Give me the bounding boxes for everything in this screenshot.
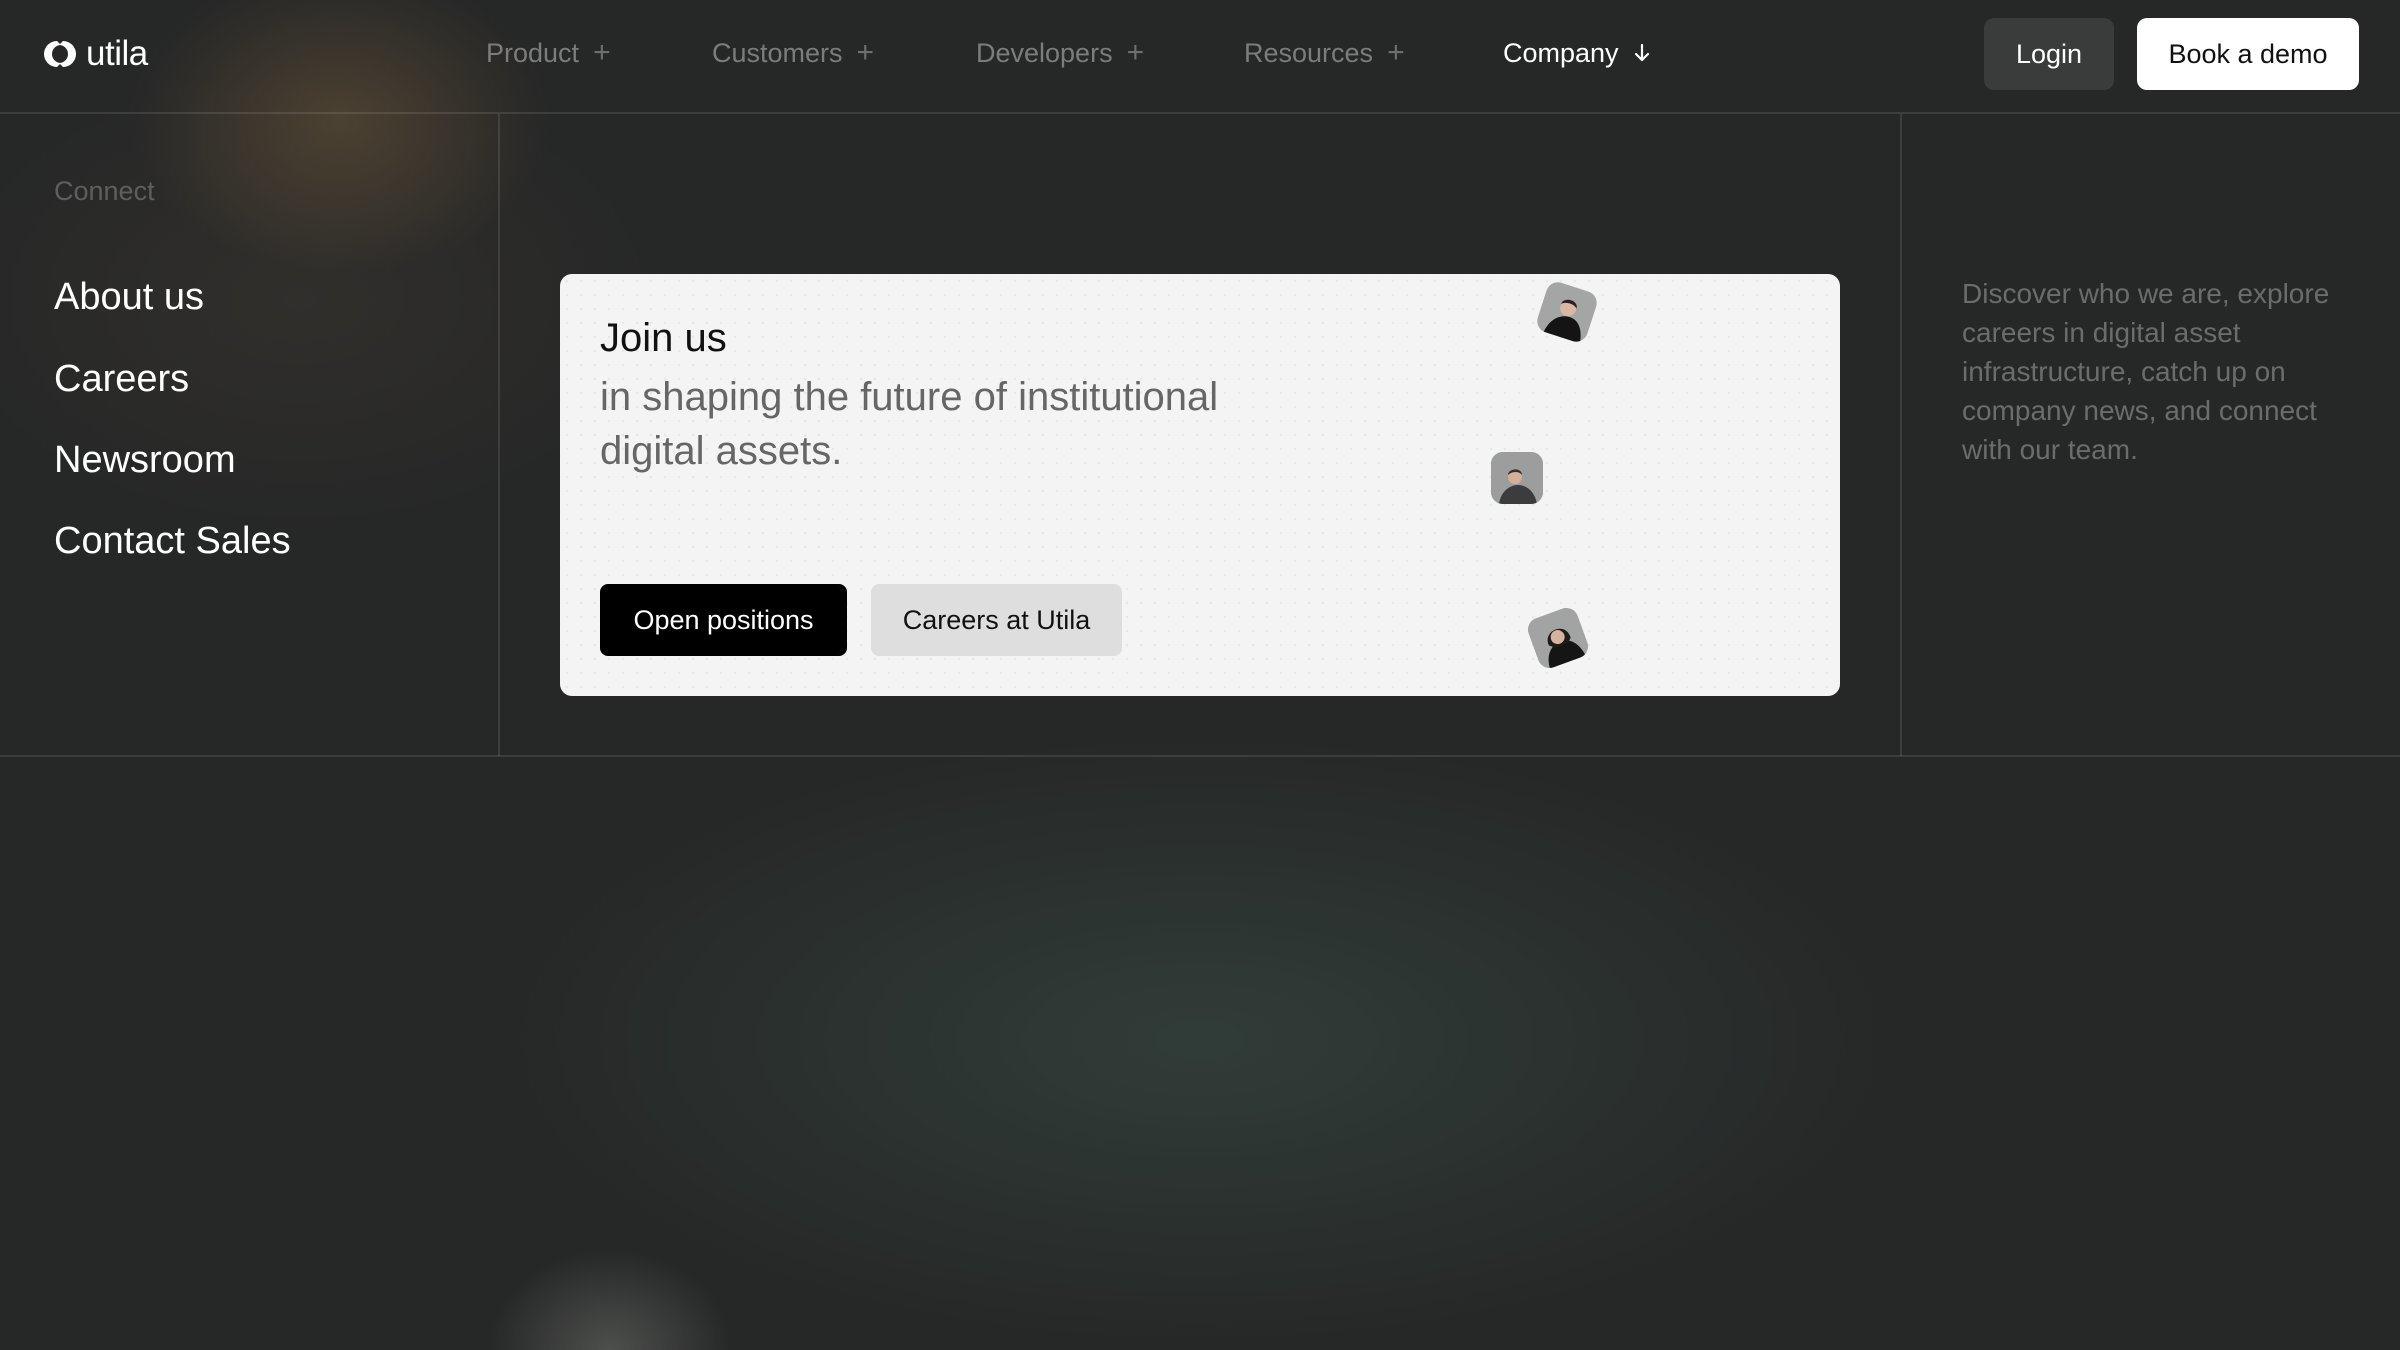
plus-icon: + [1387, 36, 1405, 69]
person-photo-icon [1491, 452, 1543, 504]
plus-icon: + [1126, 36, 1145, 69]
nav-customers-label: Customers [712, 37, 843, 68]
nav-developers-label: Developers [976, 37, 1113, 68]
menu-link-contact-sales[interactable]: Contact Sales [54, 520, 291, 563]
card-subtitle: in shaping the future of institutional d… [600, 375, 1219, 473]
avatar [1534, 279, 1600, 345]
open-positions-button[interactable]: Open positions [600, 584, 847, 656]
nav-resources-label: Resources [1244, 37, 1374, 68]
nav-company[interactable]: Company [1503, 33, 1651, 73]
menu-column-divider [498, 114, 500, 756]
top-navigation: utila Product + Customers + Developers +… [0, 0, 2400, 114]
join-us-card: Join us in shaping the future of institu… [560, 274, 1840, 696]
nav-company-label: Company [1503, 37, 1619, 68]
menu-link-careers[interactable]: Careers [54, 358, 189, 401]
page: utila Product + Customers + Developers +… [0, 0, 2400, 1350]
person-photo-icon [1534, 279, 1600, 345]
nav-product-label: Product [486, 37, 580, 68]
utila-logo-icon [44, 41, 76, 67]
menu-column-divider [1900, 114, 1902, 756]
logo-wordmark: utila [86, 34, 148, 73]
nav-resources[interactable]: Resources + [1244, 33, 1405, 73]
company-description: Discover who we are, explore careers in … [1962, 278, 2330, 465]
book-demo-button[interactable]: Book a demo [2137, 18, 2359, 90]
plus-icon: + [856, 36, 875, 69]
menu-bottom-divider [0, 755, 2400, 757]
menu-section-label: Connect [54, 176, 155, 206]
careers-at-utila-button[interactable]: Careers at Utila [871, 584, 1122, 656]
menu-link-about-us[interactable]: About us [54, 276, 204, 319]
person-photo-icon [1524, 604, 1592, 672]
login-button[interactable]: Login [1984, 18, 2114, 90]
nav-developers[interactable]: Developers + [976, 33, 1144, 73]
plus-icon: + [593, 36, 611, 69]
avatar [1524, 604, 1592, 672]
nav-product[interactable]: Product + [486, 33, 611, 73]
menu-link-newsroom[interactable]: Newsroom [54, 439, 236, 482]
arrow-down-icon [1634, 43, 1649, 62]
avatar [1491, 452, 1543, 504]
nav-customers[interactable]: Customers + [712, 33, 874, 73]
logo[interactable]: utila [40, 32, 148, 76]
card-title: Join us [600, 316, 727, 360]
